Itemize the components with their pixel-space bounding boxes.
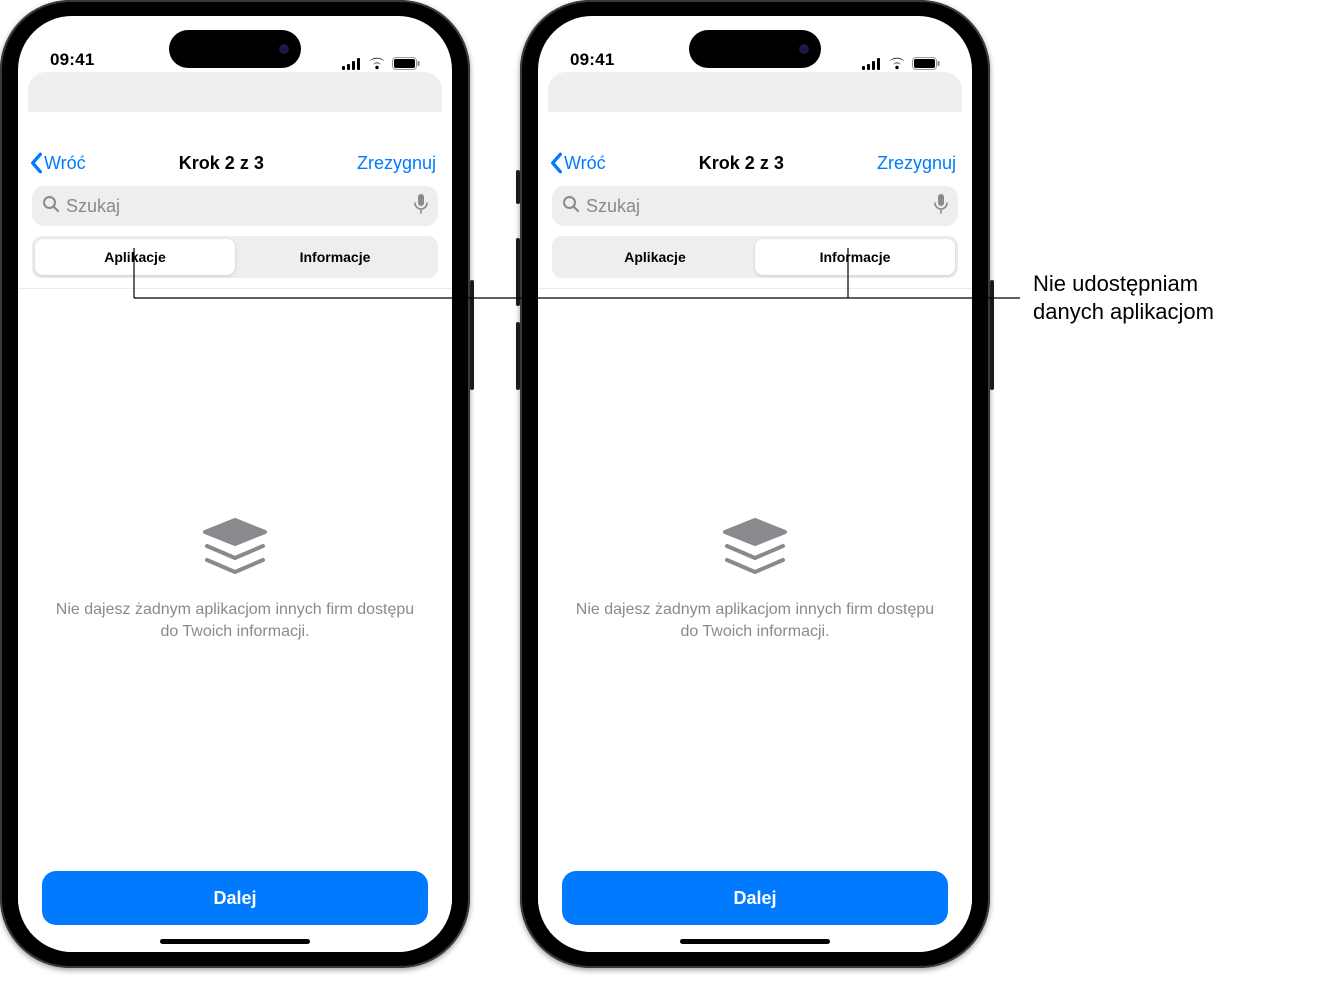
callout-line-1: Nie udostępniam (1033, 270, 1214, 298)
stage: 09:41 (0, 0, 1330, 1008)
callout-line-2: danych aplikacjom (1033, 298, 1214, 326)
callout-text: Nie udostępniam danych aplikacjom (1033, 270, 1214, 325)
callout-connector (0, 0, 1330, 1008)
